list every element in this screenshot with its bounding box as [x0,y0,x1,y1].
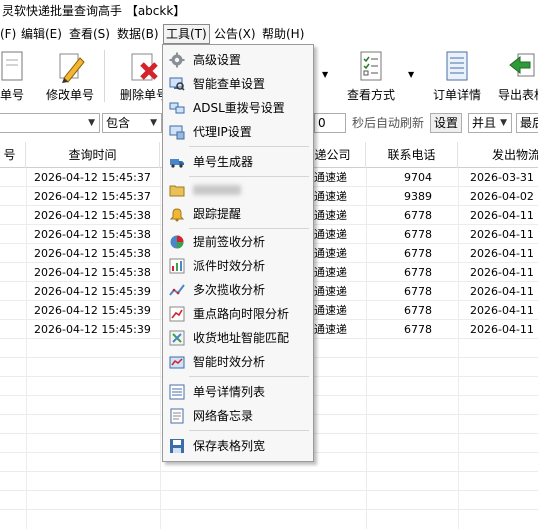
match-mode-select[interactable]: 包含 ▼ [102,113,162,133]
menu-separator [189,430,309,431]
menu-separator [189,176,309,177]
menu-item-order-detail-list[interactable]: 单号详情列表 [165,380,311,404]
menu-item-address-match[interactable]: 收货地址智能匹配 [165,326,311,350]
view-mode-dropdown[interactable]: ▼ [406,48,418,104]
order-detail-button[interactable]: 订单详情 [428,48,486,104]
view-mode-button[interactable]: 查看方式 [342,48,400,104]
tools-menu-dropdown: 高级设置 智能查单设置 ADSL重拨号设置 代理IP设置 单号生成器 跟踪提醒 … [162,44,314,462]
computer-search-icon [169,77,185,91]
route-icon [169,306,185,322]
menu-item-save-column-width[interactable]: 保存表格列宽 [165,434,311,458]
last-select[interactable]: 最后 [516,113,538,133]
menu-item-obscured[interactable] [165,178,311,202]
export-table-button[interactable]: 导出表格 [494,48,538,104]
checklist-icon [360,51,382,81]
edit-order-button[interactable]: 修改单号 [42,48,98,104]
menu-help[interactable]: 帮助(H) [262,24,304,44]
menu-item-proxy-ip-settings[interactable]: 代理IP设置 [165,120,311,144]
gear-icon [169,52,185,68]
column-header-shipping[interactable]: 发出物流 [458,142,538,168]
pie-chart-icon [170,235,184,249]
bell-icon [169,208,185,222]
window-title: 灵软快递批量查询高手 【abckk】 [0,0,538,22]
menu-file[interactable]: (F) [0,24,16,44]
toolbar-separator [104,50,105,102]
bar-chart-icon [169,258,185,274]
truck-icon [170,159,184,168]
toolbar-dropdown-arrow[interactable]: ▼ [318,48,330,104]
menu-item-network-memo[interactable]: 网络备忘录 [165,404,311,428]
export-arrow-icon [509,53,535,77]
memo-icon [170,408,184,424]
menu-item-smart-timing-analysis[interactable]: 智能时效分析 [165,350,311,374]
menu-item-adsl-redial-settings[interactable]: ADSL重拨号设置 [165,96,311,120]
menu-notice[interactable]: 公告(X) [214,24,256,44]
proxy-icon [169,125,185,140]
delete-icon [131,53,158,81]
menu-item-smart-query-settings[interactable]: 智能查单设置 [165,72,311,96]
column-header-order[interactable]: 号 [0,142,26,168]
save-icon [170,439,184,453]
address-match-icon [169,330,185,346]
line-chart-icon [169,284,185,296]
column-header-query-time[interactable]: 查询时间 [26,142,160,168]
menu-item-multi-pickup-analysis[interactable]: 多次揽收分析 [165,278,311,302]
menu-separator [189,376,309,377]
chevron-down-icon: ▼ [322,70,329,79]
table-row [0,472,538,491]
menu-separator [189,146,309,147]
chevron-down-icon: ▼ [150,118,157,128]
menu-item-key-route-analysis[interactable]: 重点路向时限分析 [165,302,311,326]
menu-bar: (F) 编辑(E) 查看(S) 数据(B) 工具(T) 公告(X) 帮助(H) [0,24,538,44]
chevron-down-icon: ▼ [500,118,507,128]
list-icon [169,384,185,400]
settings-button[interactable]: 设置 [430,113,462,133]
network-icon [169,102,185,114]
logic-select[interactable]: 并且 ▼ [468,113,512,133]
menu-separator [189,228,309,229]
blurred-label [193,185,241,195]
chevron-down-icon: ▼ [88,118,95,128]
menu-item-advanced-settings[interactable]: 高级设置 [165,48,311,72]
table-row [0,491,538,510]
menu-data[interactable]: 数据(B) [117,24,159,44]
timer-chart-icon [169,356,185,369]
refresh-interval-input[interactable]: 0 [314,113,346,133]
menu-item-delivery-time-analysis[interactable]: 派件时效分析 [165,254,311,278]
pencil-icon [59,53,85,83]
column-header-phone[interactable]: 联系电话 [366,142,458,168]
menu-edit[interactable]: 编辑(E) [21,24,62,44]
chevron-down-icon: ▼ [408,70,415,79]
field-select[interactable]: ▼ [0,113,100,133]
menu-view[interactable]: 查看(S) [69,24,110,44]
folder-icon [169,185,185,197]
menu-item-tracking-reminder[interactable]: 跟踪提醒 [165,202,311,226]
document-icon [1,51,23,81]
order-detail-icon [446,51,468,81]
menu-tools[interactable]: 工具(T) [163,24,210,44]
menu-item-early-sign-analysis[interactable]: 提前签收分析 [165,230,311,254]
menu-item-order-generator[interactable]: 单号生成器 [165,150,311,174]
add-order-button[interactable]: 单号 [0,48,32,104]
refresh-interval-label: 秒后自动刷新 [352,116,425,130]
